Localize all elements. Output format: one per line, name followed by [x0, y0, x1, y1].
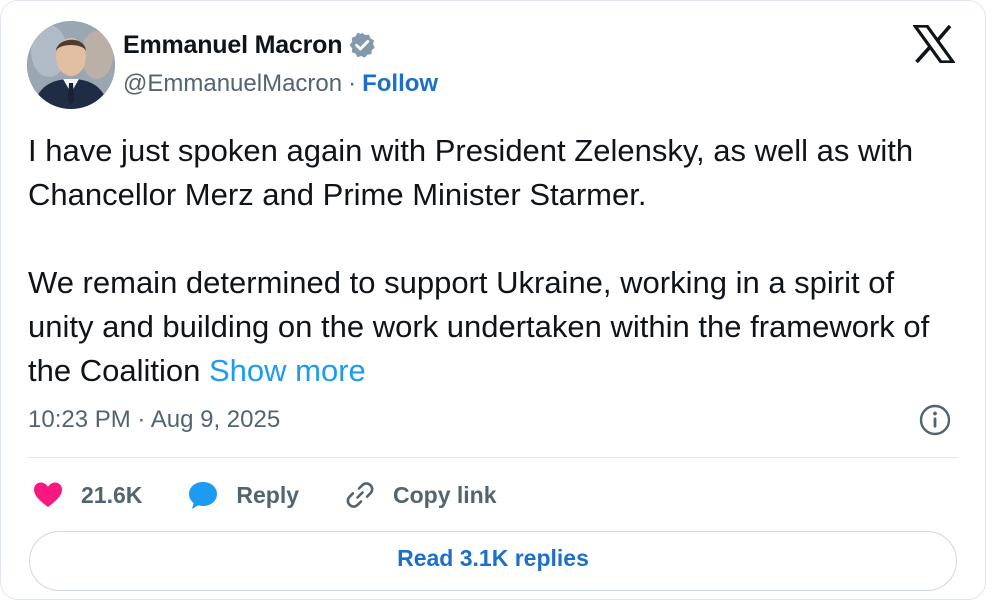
show-more-link[interactable]: Show more — [209, 353, 366, 388]
author-handle[interactable]: @EmmanuelMacron — [123, 70, 342, 98]
divider — [28, 457, 958, 458]
tweet-card: Emmanuel Macron @EmmanuelMacron · Follow… — [0, 0, 986, 600]
separator-dot: · — [348, 70, 357, 97]
copy-link-button[interactable]: Copy link — [343, 478, 497, 512]
tweet-paragraph-text: We remain determined to support Ukraine,… — [28, 265, 930, 388]
action-bar: 21.6K Reply Copy link — [31, 475, 541, 515]
read-replies-button[interactable]: Read 3.1K replies — [29, 531, 957, 591]
timestamp[interactable]: 10:23 PM · Aug 9, 2025 — [28, 403, 280, 437]
verified-badge-icon — [348, 31, 376, 59]
reply-bubble-icon — [186, 478, 220, 512]
link-icon — [343, 478, 377, 512]
copy-link-label: Copy link — [393, 481, 497, 508]
reply-button[interactable]: Reply — [186, 478, 299, 512]
author-name[interactable]: Emmanuel Macron — [123, 31, 342, 60]
reply-label: Reply — [236, 481, 300, 508]
heart-icon — [31, 478, 65, 512]
like-button[interactable]: 21.6K — [31, 478, 142, 512]
tweet-text: I have just spoken again with President … — [28, 129, 968, 393]
author-handle-row: @EmmanuelMacron · Follow — [123, 69, 438, 99]
x-logo-icon[interactable] — [911, 24, 957, 64]
tweet-paragraph: We remain determined to support Ukraine,… — [28, 261, 968, 393]
author-name-row: Emmanuel Macron — [123, 29, 376, 61]
avatar[interactable] — [27, 21, 115, 109]
follow-button[interactable]: Follow — [362, 70, 438, 98]
tweet-paragraph: I have just spoken again with President … — [28, 133, 914, 212]
info-icon[interactable] — [918, 403, 952, 437]
like-count: 21.6K — [81, 481, 143, 508]
